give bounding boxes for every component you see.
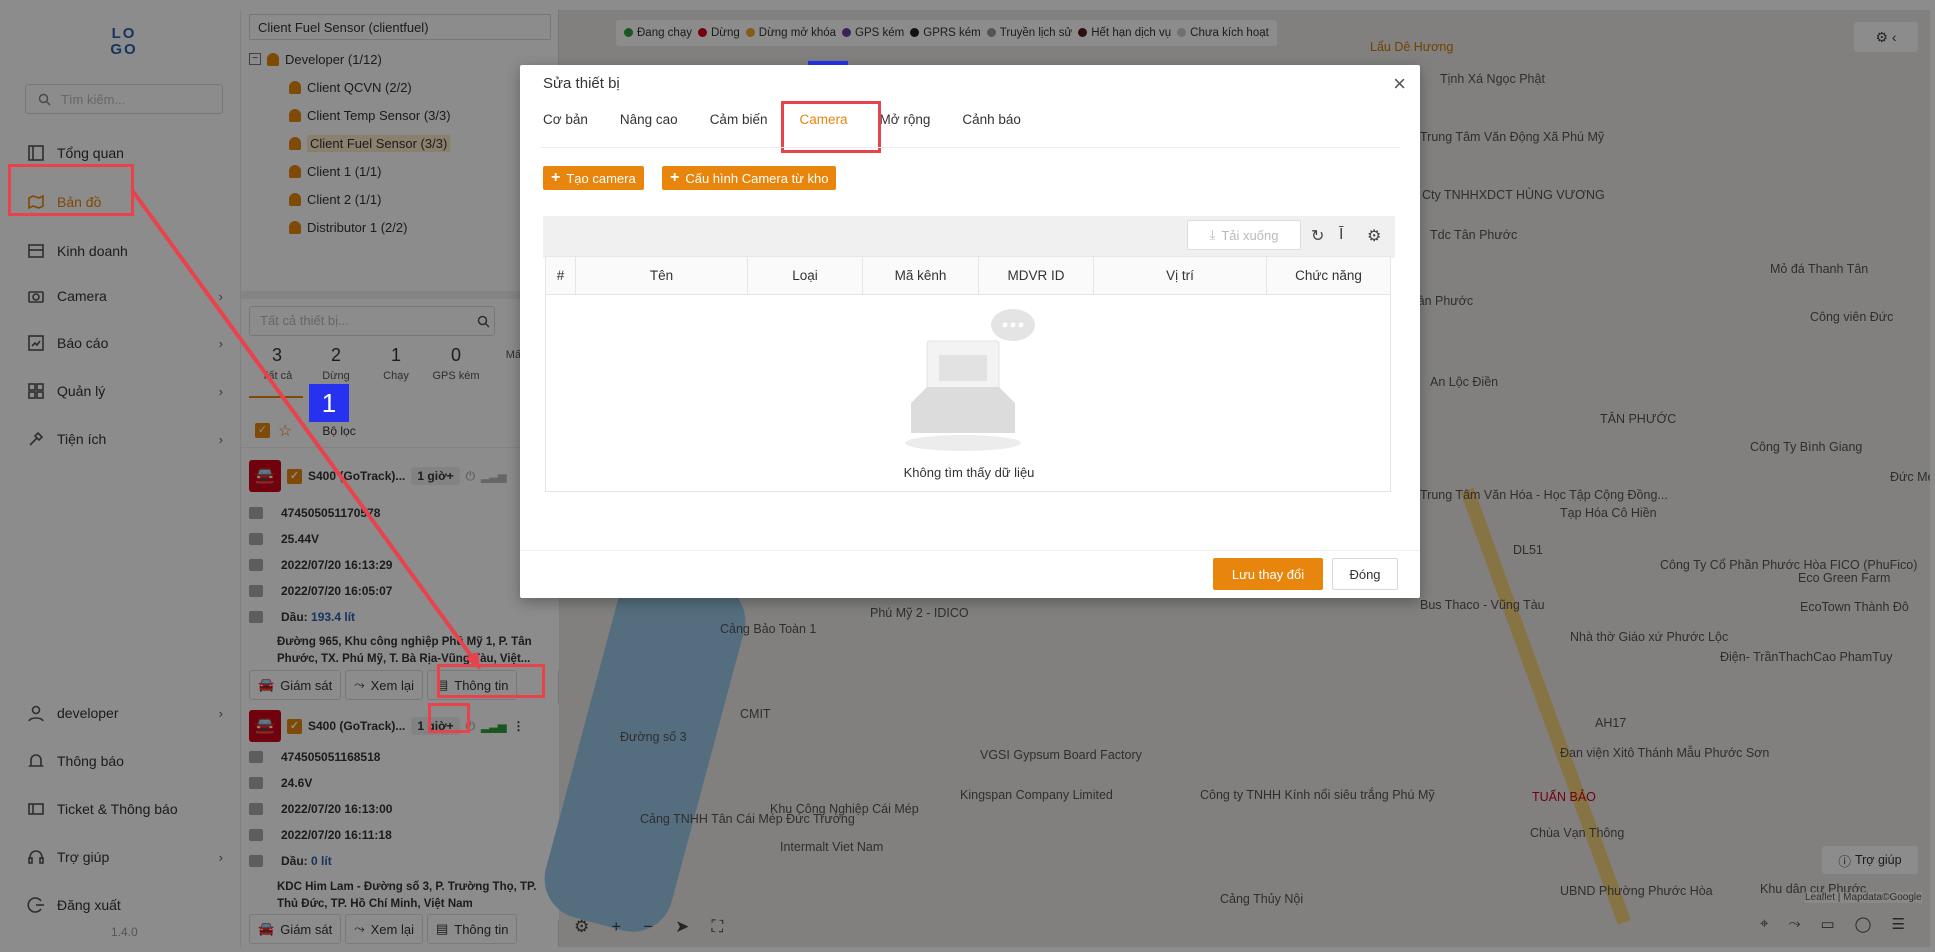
tab-sensor[interactable]: Cảm biến <box>710 105 768 141</box>
camera-table: # Tên Loại Mã kênh MDVR ID Vị trí Chức n… <box>545 256 1391 295</box>
download-button[interactable]: ⤓ Tải xuống <box>1187 220 1301 250</box>
column-header[interactable]: MDVR ID <box>978 256 1094 295</box>
edit-device-modal: Sửa thiết bị × Cơ bản Nâng cao Cảm biến … <box>520 65 1420 598</box>
close-button[interactable]: Đóng <box>1332 558 1398 590</box>
close-icon[interactable]: × <box>1393 71 1406 97</box>
config-camera-button[interactable]: + Cấu hình Camera từ kho <box>662 166 837 190</box>
tabs-divider <box>540 147 1400 148</box>
refresh-icon[interactable]: ↻ <box>1311 226 1324 246</box>
column-header[interactable]: Vị trí <box>1093 256 1267 295</box>
tab-basic[interactable]: Cơ bản <box>543 105 588 141</box>
button-label: Tạo camera <box>566 170 636 186</box>
footer-divider <box>520 550 1420 551</box>
column-header[interactable]: Tên <box>575 256 748 295</box>
column-height-icon[interactable]: Ī <box>1339 226 1343 244</box>
tab-alerts[interactable]: Cảnh báo <box>962 105 1021 141</box>
highlight-tab-camera <box>781 101 881 153</box>
save-changes-button[interactable]: Lưu thay đổi <box>1213 558 1323 590</box>
column-header[interactable]: Loại <box>747 256 863 295</box>
column-header[interactable]: Mã kênh <box>862 256 979 295</box>
annotation-tag-1: 1 <box>309 384 349 422</box>
settings-icon[interactable]: ⚙ <box>1367 226 1381 246</box>
tab-extended[interactable]: Mở rộng <box>879 105 930 141</box>
column-header: # <box>545 256 576 295</box>
download-icon: ⤓ <box>1209 227 1216 242</box>
empty-inbox-icon <box>905 309 1035 451</box>
create-camera-button[interactable]: + Tạo camera <box>543 166 644 190</box>
button-label: Cấu hình Camera từ kho <box>685 170 829 186</box>
modal-title: Sửa thiết bị <box>543 75 620 92</box>
plus-icon: + <box>551 169 561 186</box>
no-data-message: Không tìm thấy dữ liệu <box>903 465 1035 480</box>
plus-icon: + <box>670 169 680 186</box>
button-label: Tải xuống <box>1221 227 1279 243</box>
empty-state: Không tìm thấy dữ liệu <box>545 295 1391 492</box>
tab-advanced[interactable]: Nâng cao <box>620 105 678 141</box>
column-header: Chức năng <box>1266 256 1391 295</box>
table-toolbar: ⤓ Tải xuống ↻ Ī ⚙ <box>543 216 1395 258</box>
